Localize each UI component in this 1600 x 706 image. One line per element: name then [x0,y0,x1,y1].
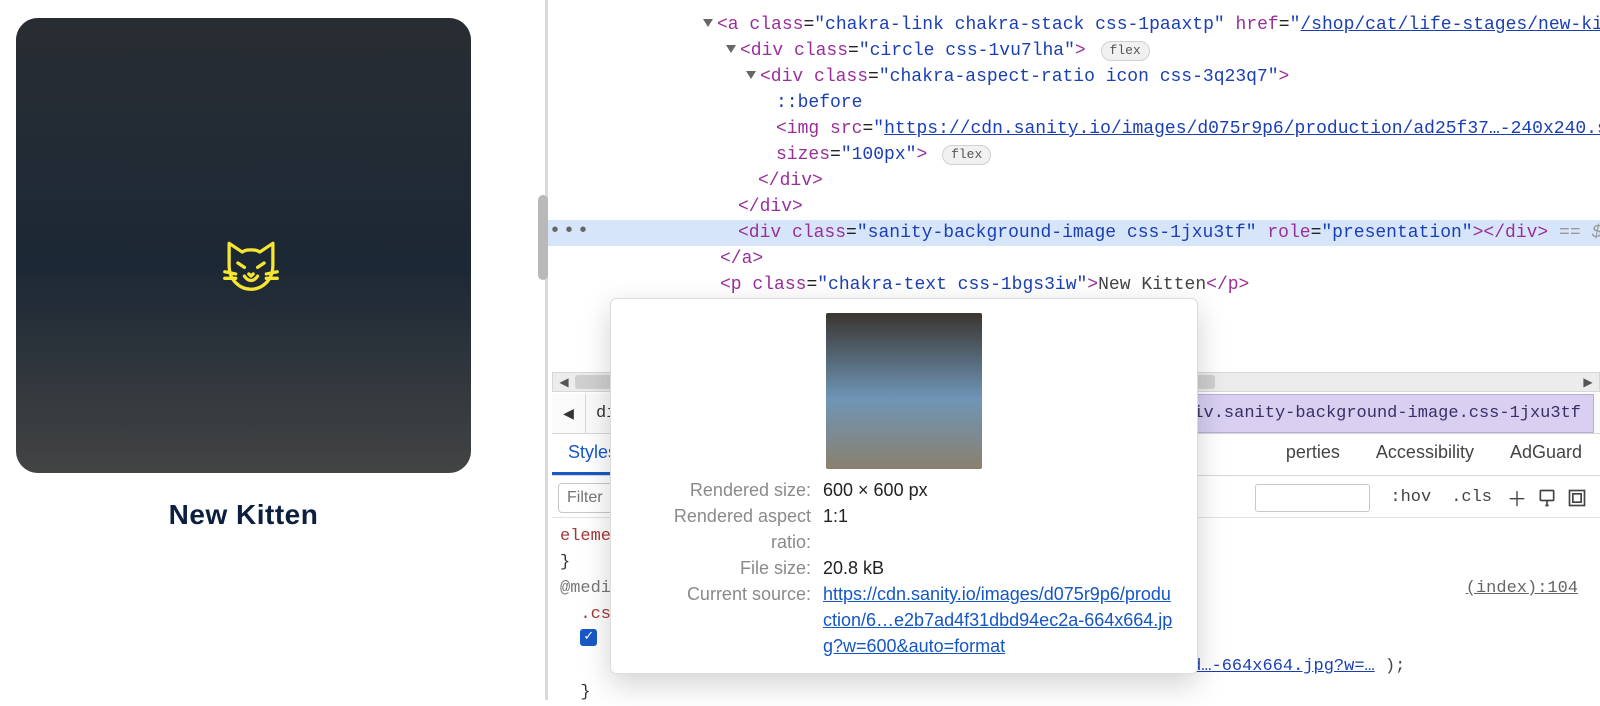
image-hover-tooltip: Rendered size: 600 × 600 px Rendered aspe… [610,298,1198,674]
tooltip-label: Rendered size: [629,477,811,503]
tooltip-value: 600 × 600 px [823,477,1179,503]
tooltip-thumbnail [826,313,982,469]
selected-line-actions-icon[interactable]: ••• [549,220,591,243]
breadcrumb-selected[interactable]: div.sanity-background-image.css-1jxu3tf [1170,394,1594,433]
tooltip-value: 20.8 kB [823,555,1179,581]
preview-scrollbar-thumb[interactable] [538,195,548,280]
category-card[interactable] [16,18,471,473]
tooltip-source-link[interactable]: https://cdn.sanity.io/images/d075r9p6/pr… [823,581,1179,659]
source-link[interactable]: (index):104 [1466,576,1578,602]
flex-pill: flex [942,145,991,165]
dom-node-img-sizes[interactable]: sizes="100px"> flex [548,142,1600,168]
dom-node-p[interactable]: <p class="chakra-text css-1bgs3iw">New K… [548,272,1600,298]
dom-node-before[interactable]: ::before [548,90,1600,116]
flex-pill: flex [1101,41,1150,61]
tooltip-value: 1:1 [823,503,1179,555]
tooltip-label: Rendered aspect ratio: [629,503,811,555]
tooltip-label: Current source: [629,581,811,659]
caret-down-icon[interactable] [746,71,756,79]
caret-down-icon[interactable] [726,45,736,53]
cls-toggle[interactable]: .cls [1441,484,1502,511]
tab-adguard[interactable]: AdGuard [1492,434,1600,475]
dom-node-aspect[interactable]: <div class="chakra-aspect-ratio icon css… [548,64,1600,90]
tab-accessibility[interactable]: Accessibility [1358,434,1492,475]
page-preview-pane: New Kitten [0,0,545,700]
hov-toggle[interactable]: :hov [1380,484,1441,511]
dom-node-a[interactable]: <a class="chakra-link chakra-stack css-1… [548,12,1600,38]
new-rule-selector-input[interactable] [1255,484,1370,512]
dom-node-div-close[interactable]: </div> [548,168,1600,194]
dom-node-div-close[interactable]: </div> [548,194,1600,220]
category-caption: New Kitten [16,499,471,531]
styles-filter-input[interactable] [558,483,618,513]
dom-node-img[interactable]: <img src="https://cdn.sanity.io/images/d… [548,116,1600,142]
scroll-right-icon[interactable]: ▶ [1577,373,1599,391]
computed-panel-icon[interactable] [1562,483,1592,513]
declaration-enabled-checkbox[interactable] [580,629,597,646]
breadcrumb-back-icon[interactable]: ◀ [552,394,586,433]
scroll-left-icon[interactable]: ◀ [553,373,575,391]
new-style-rule-icon[interactable]: ＋ [1502,483,1532,513]
tooltip-label: File size: [629,555,811,581]
caret-down-icon[interactable] [703,19,713,27]
tab-properties[interactable]: perties [1268,434,1358,475]
dom-node-a-close[interactable]: </a> [548,246,1600,272]
dom-node-selected[interactable]: <div class="sanity-background-image css-… [548,220,1600,246]
cat-face-icon [216,228,286,298]
device-toolbar-icon[interactable] [1532,483,1562,513]
dom-node-circle[interactable]: <div class="circle css-1vu7lha"> flex [548,38,1600,64]
style-rule-brace: } [560,680,1590,706]
